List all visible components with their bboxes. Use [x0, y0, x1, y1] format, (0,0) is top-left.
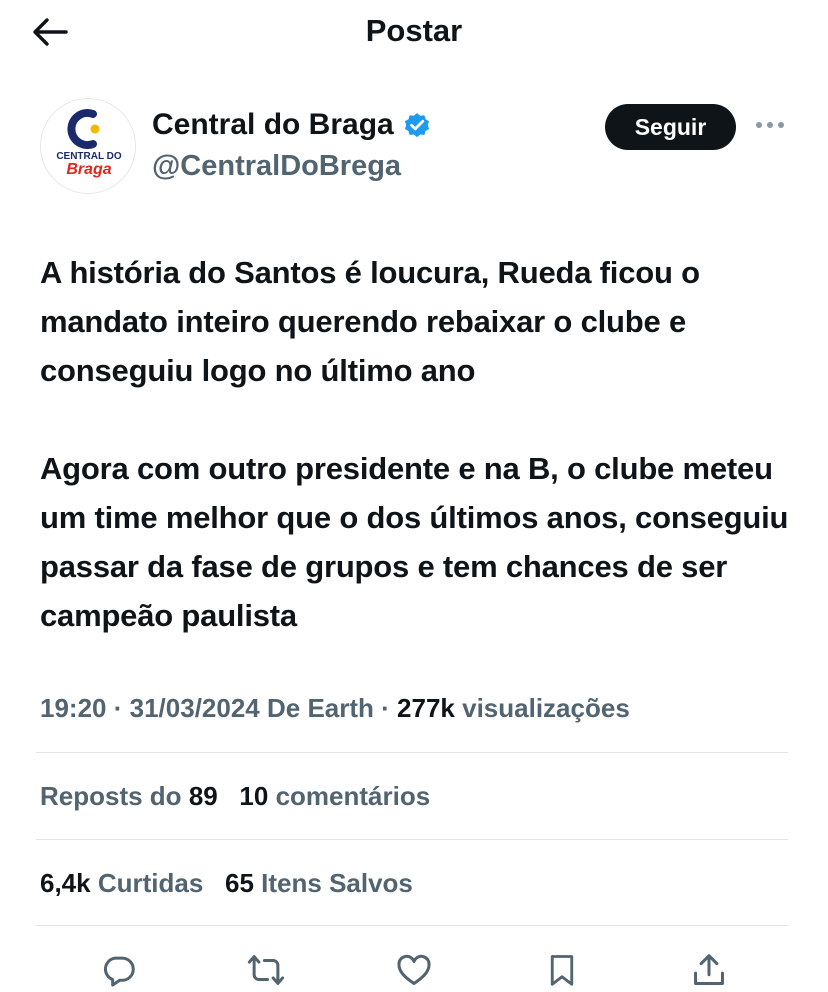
author-handle[interactable]: @CentralDoBrega: [152, 146, 432, 186]
reposts-stat[interactable]: Reposts do 89: [40, 781, 225, 811]
reposts-label: Reposts do: [40, 781, 182, 811]
repost-button[interactable]: [244, 948, 288, 992]
bookmark-button[interactable]: [540, 948, 584, 992]
tweet-paragraph-2: Agora com outro presidente e na B, o clu…: [40, 451, 789, 633]
avatar[interactable]: CENTRAL DO Braga: [40, 98, 136, 194]
share-button[interactable]: [687, 948, 731, 992]
author-display-name[interactable]: Central do Braga: [152, 106, 432, 144]
repost-icon: [247, 955, 285, 985]
tweet-meta: 19:20 · 31/03/2024 De Earth · 277k visua…: [40, 688, 630, 728]
heart-icon: [397, 954, 431, 985]
divider: [36, 925, 788, 926]
verified-badge-icon: [402, 110, 432, 140]
saves-count: 65: [225, 868, 254, 898]
tweet-time[interactable]: 19:20: [40, 693, 107, 723]
divider: [36, 752, 788, 753]
like-button[interactable]: [392, 948, 436, 992]
divider: [36, 839, 788, 840]
likes-label: Curtidas: [97, 868, 204, 898]
saves-stat[interactable]: 65 Itens Salvos: [225, 868, 413, 898]
more-dots-icon: [756, 122, 784, 128]
stats-row-likes: 6,4k Curtidas 65 Itens Salvos: [40, 863, 413, 903]
likes-count: 6,4k: [40, 868, 91, 898]
central-do-braga-logo-icon: CENTRAL DO Braga: [56, 109, 122, 178]
page-title: Postar: [365, 13, 463, 48]
action-bar: [0, 948, 828, 992]
reply-button[interactable]: [97, 948, 141, 992]
bookmark-icon: [550, 955, 574, 986]
author-row: CENTRAL DO Braga Central do Braga @Centr…: [40, 98, 790, 198]
views-count: 277k: [397, 693, 455, 723]
comments-stat[interactable]: 10 comentários: [239, 781, 430, 811]
stats-row-reposts: Reposts do 89 10 comentários: [40, 776, 430, 816]
tweet-date[interactable]: 31/03/2024: [130, 693, 260, 723]
share-icon: [694, 954, 724, 985]
meta-separator: ·: [381, 693, 398, 723]
author-name-block: Central do Braga @CentralDoBrega: [152, 106, 432, 186]
avatar-line2: Braga: [66, 161, 111, 178]
saves-label: Itens Salvos: [261, 868, 413, 898]
reposts-count: 89: [188, 781, 218, 811]
meta-separator: ·: [113, 693, 130, 723]
comments-count: 10: [239, 781, 269, 811]
views-label: visualizações: [462, 693, 630, 723]
comments-label: comentários: [275, 781, 431, 811]
tweet-text: A história do Santos é loucura, Rueda fi…: [40, 248, 800, 640]
follow-button[interactable]: Seguir: [605, 104, 736, 150]
author-name-text: Central do Braga: [152, 108, 394, 141]
reply-icon: [103, 956, 135, 987]
tweet-source: De Earth: [267, 693, 374, 723]
more-options-button[interactable]: [752, 110, 788, 140]
top-bar: Postar: [0, 0, 828, 62]
tweet-paragraph-1: A história do Santos é loucura, Rueda fi…: [40, 255, 700, 388]
likes-stat[interactable]: 6,4k Curtidas: [40, 868, 211, 898]
